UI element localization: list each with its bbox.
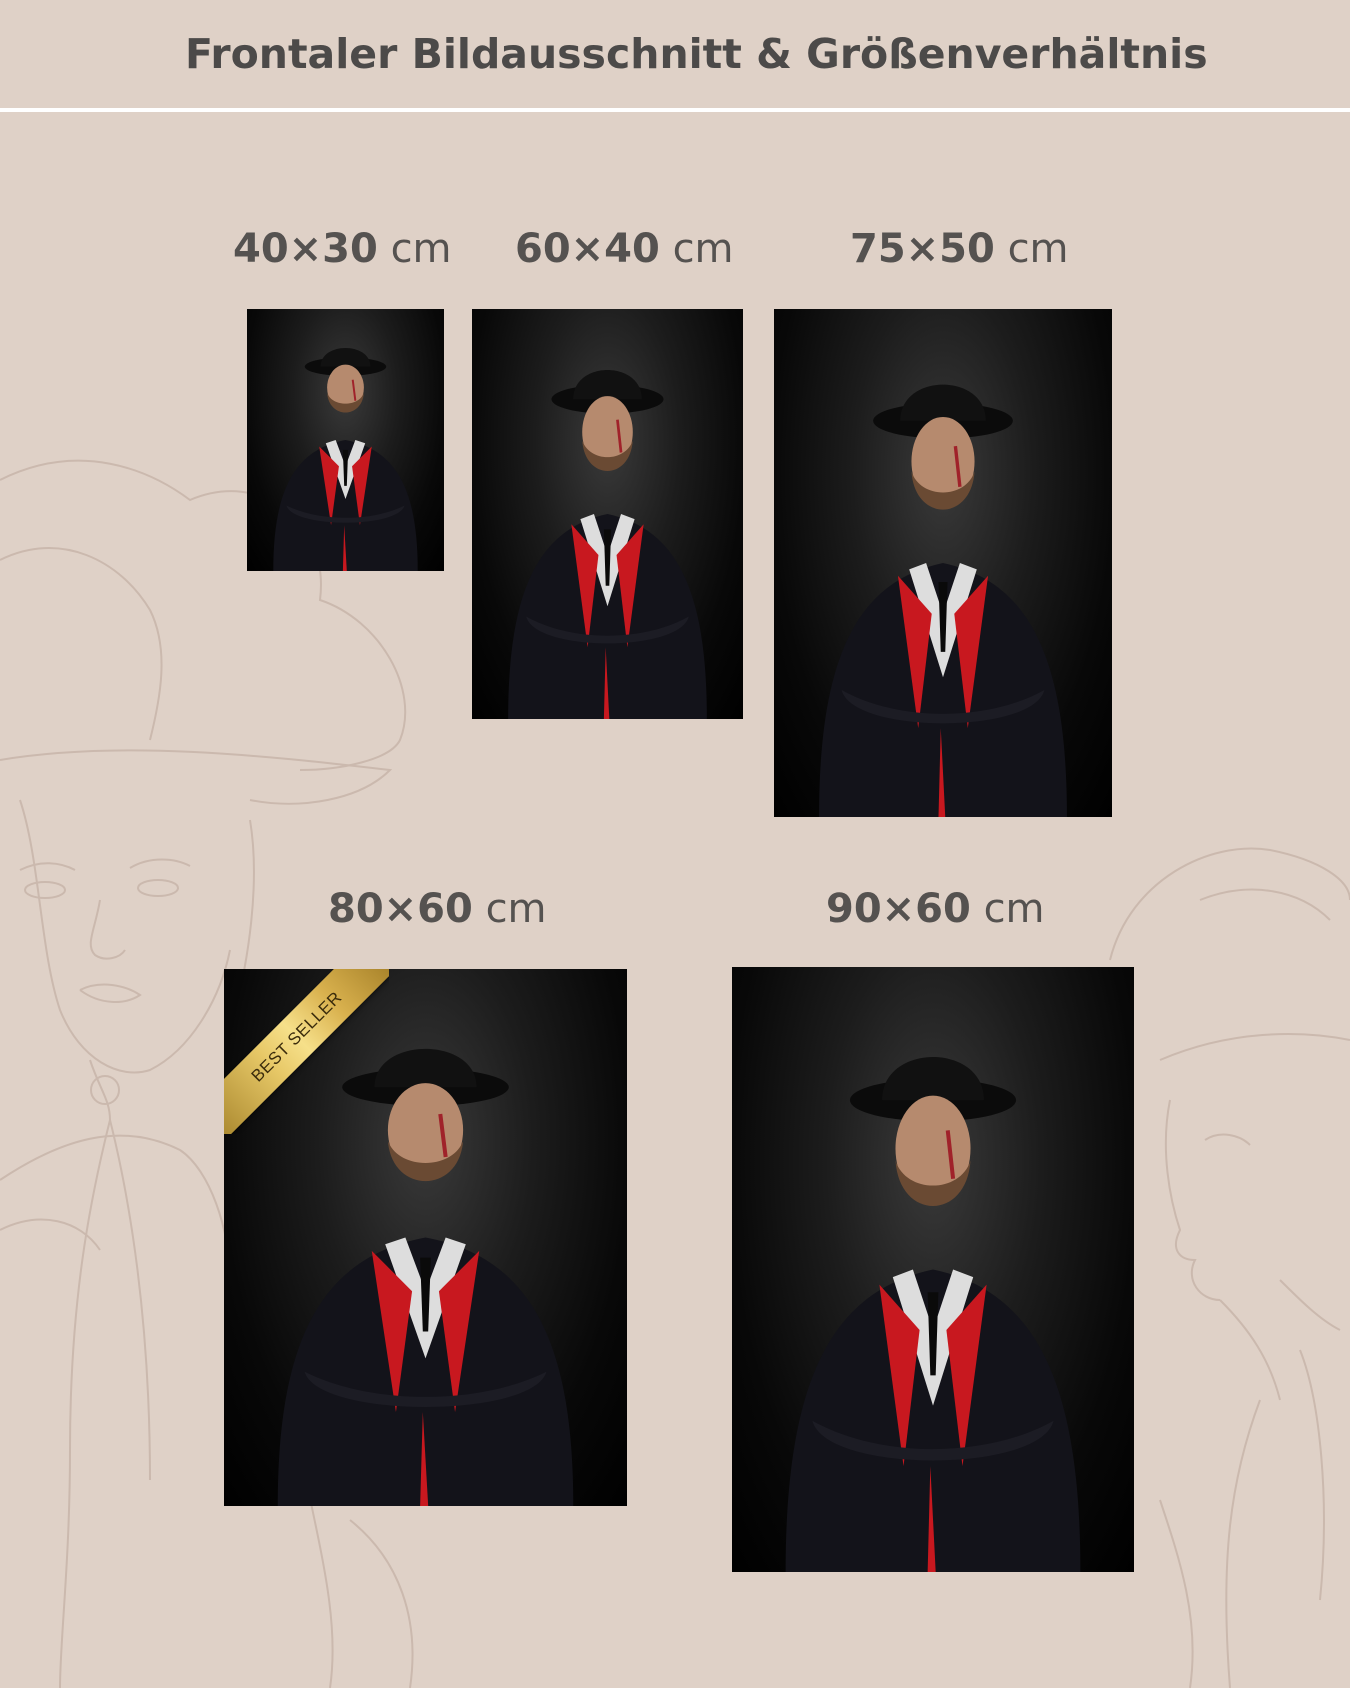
size-label-40x30: 40×30 cm <box>233 226 452 272</box>
size-label-75x50: 75×50 cm <box>850 226 1069 272</box>
size-label-80x60: 80×60 cm <box>328 886 547 932</box>
size-label-90x60: 90×60 cm <box>826 886 1045 932</box>
best-seller-band: BEST SELLER <box>224 969 389 1134</box>
header-divider <box>0 108 1350 112</box>
best-seller-ribbon: BEST SELLER <box>224 969 389 1134</box>
portrait-figure <box>508 369 707 719</box>
portrait-figure <box>819 384 1067 817</box>
portrait-print-80x60[interactable]: BEST SELLER <box>224 969 627 1506</box>
portrait-print-90x60[interactable] <box>732 967 1134 1572</box>
portrait-print-75x50[interactable] <box>774 309 1112 817</box>
portrait-figure <box>273 347 418 571</box>
portrait-print-40x30[interactable] <box>247 309 444 571</box>
portrait-figure <box>785 1056 1081 1572</box>
page-header: Frontaler Bildausschnitt & Größenverhält… <box>0 0 1350 108</box>
size-label-60x40: 60×40 cm <box>515 226 734 272</box>
portrait-print-60x40[interactable] <box>472 309 743 719</box>
best-seller-badge: BEST SELLER <box>247 987 346 1086</box>
page-title: Frontaler Bildausschnitt & Größenverhält… <box>185 30 1208 78</box>
